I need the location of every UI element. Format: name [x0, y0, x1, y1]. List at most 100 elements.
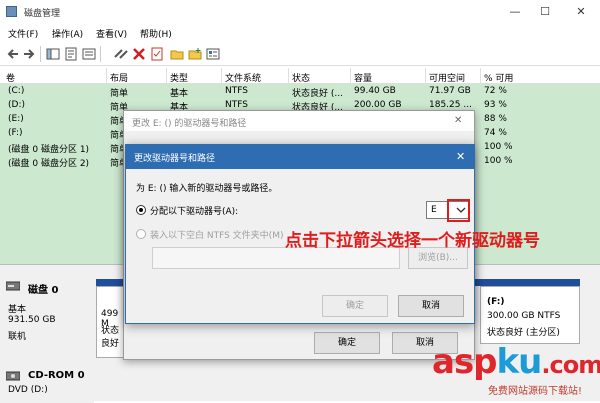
- volume-capacity: 99.40 GB: [354, 86, 396, 96]
- menu-file[interactable]: 文件(F): [8, 27, 38, 40]
- toolbar-separator: [100, 46, 101, 62]
- column-divider: [350, 68, 351, 84]
- connect-disk-icon[interactable]: [114, 47, 128, 61]
- volume-percent: 100 %: [484, 156, 513, 166]
- volume-free: 71.97 GB: [429, 86, 471, 96]
- maximize-button[interactable]: ☐: [530, 2, 560, 22]
- column-header-filesystem[interactable]: 文件系统: [225, 71, 261, 84]
- column-divider: [221, 68, 222, 84]
- console-tree-icon[interactable]: [46, 47, 60, 61]
- watermark-part2: ku: [496, 342, 543, 382]
- disk-management-icon: [6, 6, 17, 17]
- mount-folder-label: 装入以下空白 NTFS 文件夹中(M): [150, 231, 284, 241]
- column-divider: [480, 68, 481, 84]
- watermark-subtitle: 免费网站源码下载站!: [488, 386, 583, 397]
- title-bar: 磁盘管理 — ☐ ✕: [0, 0, 600, 24]
- cd-drive-icon: [6, 371, 20, 381]
- check-document-icon[interactable]: [150, 47, 164, 61]
- volume-free: 185.25 ...: [429, 100, 472, 110]
- volume-name: (C:): [8, 86, 25, 96]
- volume-percent: 72 %: [484, 86, 507, 96]
- dropdown-highlight-box: [447, 199, 470, 222]
- partition-f[interactable]: (F:) 300.00 GB NTFS 状态良好 (主分区): [480, 286, 580, 344]
- volume-capacity: 200.00 GB: [354, 100, 402, 110]
- column-divider: [106, 68, 107, 84]
- cdrom-kind: DVD (D:): [8, 385, 48, 395]
- disk0-name: 磁盘 0: [28, 285, 59, 296]
- column-header-type[interactable]: 类型: [170, 71, 188, 84]
- watermark-part1: asp: [432, 342, 498, 382]
- column-header-percent-free[interactable]: % 可用: [484, 71, 513, 84]
- menu-action[interactable]: 操作(A): [52, 27, 83, 40]
- toolbar-separator: [40, 46, 41, 62]
- dialog-prompt: 为 E: () 输入新的驱动器号或路径。: [136, 184, 278, 194]
- new-folder-icon[interactable]: [188, 47, 202, 61]
- partition-f-state: 状态良好 (主分区): [487, 328, 560, 338]
- disk0-size: 931.50 GB: [8, 315, 56, 325]
- drive-letter-value: E: [431, 205, 437, 215]
- window-title: 磁盘管理: [24, 9, 61, 19]
- column-header-layout[interactable]: 布局: [110, 71, 128, 84]
- inner-dialog-close-button[interactable]: ✕: [456, 150, 465, 163]
- hard-disk-icon: [6, 281, 20, 291]
- watermark-logo: aspku.com: [432, 342, 600, 382]
- volume-layout: 简单: [110, 89, 129, 99]
- partition-f-size: 300.00 GB NTFS: [487, 311, 561, 321]
- partition-f-name: (F:): [487, 297, 505, 307]
- volume-percent: 93 %: [484, 100, 507, 110]
- details-icon[interactable]: [206, 47, 220, 61]
- column-header-capacity[interactable]: 容量: [354, 71, 372, 84]
- forward-arrow-icon[interactable]: [22, 47, 36, 61]
- volume-name: (F:): [8, 128, 23, 138]
- inner-ok-button[interactable]: 确定: [322, 295, 388, 317]
- volume-type: 基本: [170, 89, 189, 99]
- assign-letter-radio[interactable]: [136, 205, 146, 215]
- close-button[interactable]: ✕: [566, 2, 596, 22]
- back-arrow-icon[interactable]: [6, 47, 20, 61]
- partition-small-state: 状态良好: [101, 326, 120, 349]
- cdrom-label[interactable]: CD-ROM 0 DVD (D:): [0, 363, 94, 403]
- outer-dialog-close-button[interactable]: ✕: [454, 115, 462, 126]
- open-folder-icon[interactable]: [170, 47, 184, 61]
- column-divider: [166, 68, 167, 84]
- menu-help[interactable]: 帮助(H): [140, 27, 172, 40]
- volume-percent: 88 %: [484, 114, 507, 124]
- outer-dialog-titlebar: 更改 E: () 的驱动器号和路径 ✕: [124, 111, 474, 131]
- assign-letter-label: 分配以下驱动器号(A):: [150, 207, 239, 217]
- column-divider: [425, 68, 426, 84]
- table-row[interactable]: (C:) 简单 基本 NTFS 状态良好 (... 99.40 GB 71.97…: [0, 85, 600, 99]
- volume-percent: 100 %: [484, 142, 513, 152]
- volume-status: 状态良好 (...: [292, 89, 343, 99]
- menu-bar: 文件(F) 操作(A) 查看(V) 帮助(H): [0, 24, 600, 42]
- column-header-status[interactable]: 状态: [292, 71, 310, 84]
- column-header-free-space[interactable]: 可用空间: [429, 71, 465, 84]
- properties-icon[interactable]: [64, 47, 78, 61]
- delete-icon[interactable]: [132, 47, 146, 61]
- column-header-volume[interactable]: 卷: [6, 71, 15, 84]
- disk0-kind: 基本: [8, 305, 27, 315]
- volume-name: (磁盘 0 磁盘分区 1): [8, 145, 90, 155]
- mount-folder-radio[interactable]: [136, 229, 146, 239]
- watermark-part3: .com: [541, 351, 600, 379]
- disk0-state: 联机: [8, 332, 27, 342]
- volume-name: (磁盘 0 磁盘分区 2): [8, 159, 90, 169]
- instruction-annotation: 点击下拉箭头选择一个新驱动器号: [285, 231, 540, 251]
- cdrom-name: CD-ROM 0: [28, 370, 85, 381]
- volume-percent: 74 %: [484, 128, 507, 138]
- outer-dialog-title: 更改 E: () 的驱动器号和路径: [132, 119, 247, 129]
- partition-strip: [480, 279, 580, 286]
- inner-cancel-button[interactable]: 取消: [398, 295, 464, 317]
- menu-view[interactable]: 查看(V): [96, 27, 127, 40]
- column-divider: [288, 68, 289, 84]
- volume-filesystem: NTFS: [225, 100, 248, 110]
- outer-ok-button[interactable]: 确定: [314, 332, 380, 354]
- inner-dialog-titlebar: 更改驱动器号和路径 ✕: [126, 145, 474, 169]
- disk0-label[interactable]: 磁盘 0 基本 931.50 GB 联机: [0, 273, 94, 357]
- partition-small[interactable]: 499 M 状态良好: [96, 286, 126, 358]
- list-view-icon[interactable]: [82, 47, 96, 61]
- volume-filesystem: NTFS: [225, 86, 248, 96]
- inner-dialog-title: 更改驱动器号和路径: [134, 154, 216, 164]
- volume-list-header: 卷 布局 类型 文件系统 状态 容量 可用空间 % 可用: [0, 68, 600, 84]
- radio-selected-dot: [139, 208, 143, 212]
- minimize-button[interactable]: —: [500, 2, 530, 22]
